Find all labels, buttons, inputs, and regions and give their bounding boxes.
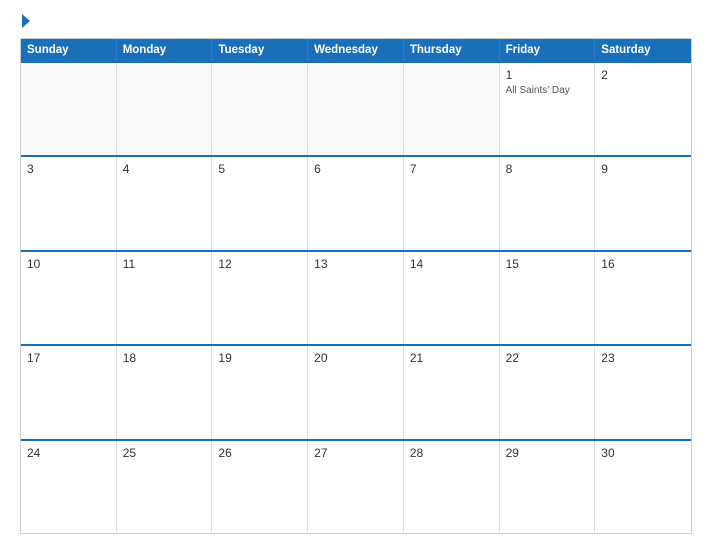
day-number: 3 [27,162,110,176]
logo-triangle-icon [22,14,30,28]
cal-cell-w4-d2: 18 [117,346,213,438]
day-number: 24 [27,446,110,460]
cal-cell-w3-d2: 11 [117,252,213,344]
cal-cell-w5-d1: 24 [21,441,117,533]
header-saturday: Saturday [595,39,691,61]
cal-cell-w2-d3: 5 [212,157,308,249]
cal-cell-w2-d7: 9 [595,157,691,249]
cal-cell-w5-d6: 29 [500,441,596,533]
day-number: 21 [410,351,493,365]
day-number: 10 [27,257,110,271]
day-number: 14 [410,257,493,271]
calendar-body: 1All Saints' Day234567891011121314151617… [21,61,691,533]
cal-cell-w3-d6: 15 [500,252,596,344]
cal-cell-w4-d1: 17 [21,346,117,438]
day-number: 1 [506,68,589,82]
cal-cell-w2-d2: 4 [117,157,213,249]
day-number: 9 [601,162,685,176]
day-number: 27 [314,446,397,460]
day-number: 29 [506,446,589,460]
day-number: 19 [218,351,301,365]
day-number: 4 [123,162,206,176]
day-number: 20 [314,351,397,365]
cal-cell-w5-d4: 27 [308,441,404,533]
day-number: 12 [218,257,301,271]
day-number: 13 [314,257,397,271]
cal-cell-w2-d1: 3 [21,157,117,249]
calendar-week-5: 24 25 26 27 28 29 30 [21,439,691,533]
day-number: 23 [601,351,685,365]
cal-cell-w4-d7: 23 [595,346,691,438]
day-number: 25 [123,446,206,460]
day-number: 8 [506,162,589,176]
calendar-week-3: 10 11 12 13 14 15 16 [21,250,691,344]
header-tuesday: Tuesday [212,39,308,61]
header-sunday: Sunday [21,39,117,61]
day-number: 16 [601,257,685,271]
day-number: 6 [314,162,397,176]
day-number: 5 [218,162,301,176]
cal-cell-w2-d5: 7 [404,157,500,249]
header-friday: Friday [500,39,596,61]
day-number: 15 [506,257,589,271]
day-number: 18 [123,351,206,365]
calendar-week-4: 17 18 19 20 21 22 23 [21,344,691,438]
day-number: 11 [123,257,206,271]
day-number: 28 [410,446,493,460]
header-wednesday: Wednesday [308,39,404,61]
day-number: 7 [410,162,493,176]
day-number: 2 [601,68,685,82]
cal-cell-w1-d1 [21,63,117,155]
cal-cell-w5-d5: 28 [404,441,500,533]
cal-cell-w3-d3: 12 [212,252,308,344]
cal-cell-w3-d4: 13 [308,252,404,344]
cal-cell-w5-d2: 25 [117,441,213,533]
calendar-week-1: 1 All Saints' Day 2 [21,61,691,155]
page: Sunday Monday Tuesday Wednesday Thursday… [0,0,712,550]
calendar-header: Sunday Monday Tuesday Wednesday Thursday… [21,39,691,61]
cal-cell-w2-d6: 8 [500,157,596,249]
cal-cell-w5-d3: 26 [212,441,308,533]
cal-cell-w4-d3: 19 [212,346,308,438]
cal-cell-w5-d7: 30 [595,441,691,533]
day-number: 22 [506,351,589,365]
calendar: Sunday Monday Tuesday Wednesday Thursday… [20,38,692,534]
cal-cell-w3-d7: 16 [595,252,691,344]
logo [20,16,30,28]
cal-cell-w3-d1: 10 [21,252,117,344]
cal-cell-w1-d3 [212,63,308,155]
day-number: 30 [601,446,685,460]
header [20,16,692,28]
cal-cell-w2-d4: 6 [308,157,404,249]
header-thursday: Thursday [404,39,500,61]
day-number: 17 [27,351,110,365]
day-number: 26 [218,446,301,460]
cal-cell-w1-d4 [308,63,404,155]
cal-cell-w1-d5 [404,63,500,155]
header-monday: Monday [117,39,213,61]
cal-cell-w4-d6: 22 [500,346,596,438]
cal-cell-w1-d7: 2 [595,63,691,155]
day-event: All Saints' Day [506,84,589,97]
cal-cell-w3-d5: 14 [404,252,500,344]
calendar-week-2: 3456789 [21,155,691,249]
cal-cell-w1-d6: 1 All Saints' Day [500,63,596,155]
cal-cell-w4-d4: 20 [308,346,404,438]
cal-cell-w1-d2 [117,63,213,155]
cal-cell-w4-d5: 21 [404,346,500,438]
